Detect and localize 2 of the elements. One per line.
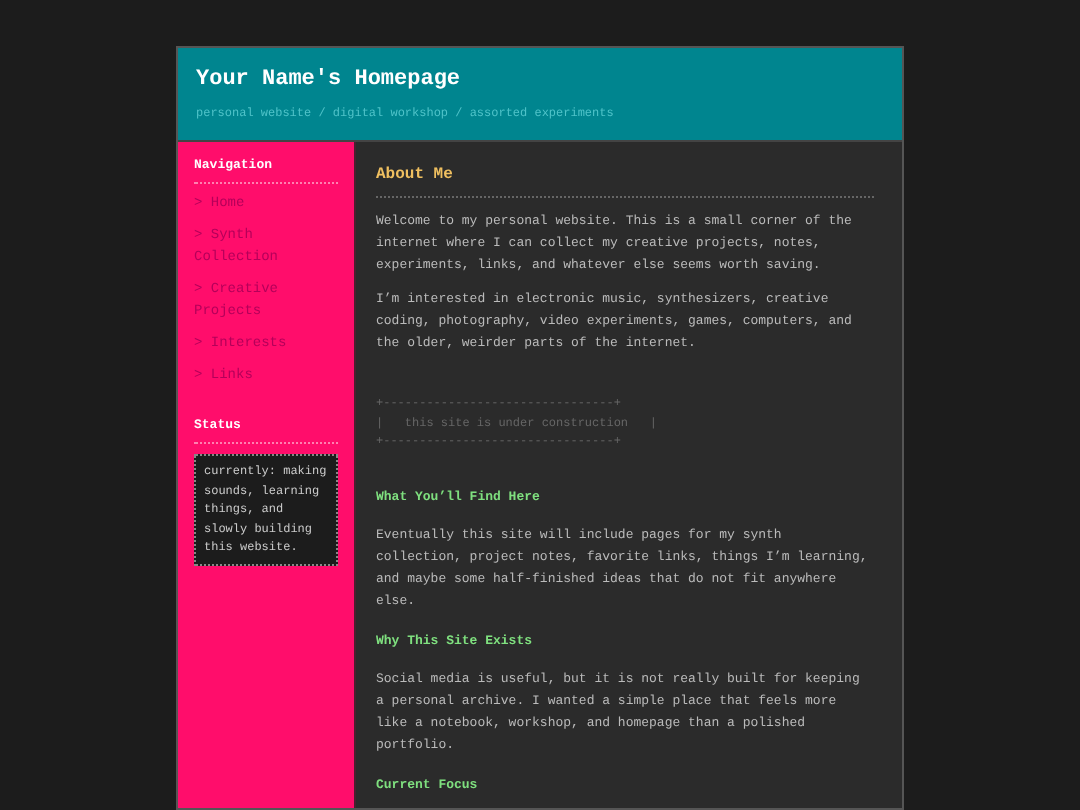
site-title: Your Name's Homepage bbox=[196, 66, 463, 94]
section-title: About Me bbox=[376, 166, 874, 198]
